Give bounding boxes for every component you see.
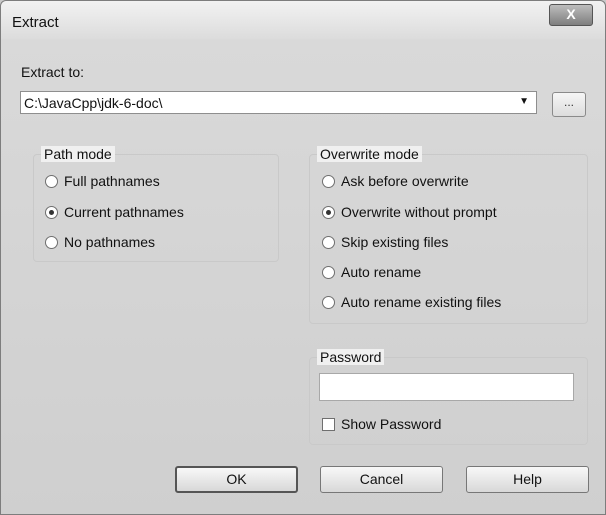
radio-button-icon	[45, 175, 58, 188]
extract-path-combobox[interactable]: C:\JavaCpp\jdk-6-doc\ ▼	[20, 91, 537, 114]
radio-overwrite-without-prompt[interactable]: Overwrite without prompt	[322, 204, 497, 220]
radio-label: Overwrite without prompt	[341, 204, 497, 220]
radio-button-icon	[322, 296, 335, 309]
cancel-button[interactable]: Cancel	[320, 466, 443, 493]
chevron-down-icon[interactable]: ▼	[519, 96, 529, 107]
radio-label: No pathnames	[64, 234, 156, 250]
radio-no-pathnames[interactable]: No pathnames	[45, 234, 155, 250]
radio-label: Full pathnames	[64, 173, 160, 189]
title-bar[interactable]: Extract X	[1, 1, 605, 39]
help-button-label: Help	[513, 471, 542, 487]
radio-full-pathnames[interactable]: Full pathnames	[45, 173, 160, 189]
radio-button-icon	[322, 266, 335, 279]
close-icon: X	[566, 6, 576, 22]
radio-auto-rename[interactable]: Auto rename	[322, 264, 421, 280]
password-title: Password	[317, 349, 385, 365]
password-input[interactable]	[319, 373, 574, 401]
cancel-button-label: Cancel	[359, 471, 404, 487]
radio-label: Auto rename existing files	[341, 294, 502, 310]
window-title: Extract	[12, 14, 59, 31]
radio-button-selected-icon	[322, 206, 335, 219]
radio-button-icon	[322, 236, 335, 249]
radio-auto-rename-existing-files[interactable]: Auto rename existing files	[322, 294, 501, 310]
ok-button[interactable]: OK	[175, 466, 298, 493]
path-mode-title: Path mode	[41, 146, 115, 162]
radio-label: Ask before overwrite	[341, 173, 469, 189]
extract-path-value: C:\JavaCpp\jdk-6-doc\	[24, 95, 163, 111]
browse-button[interactable]: ...	[552, 92, 586, 117]
overwrite-mode-title: Overwrite mode	[317, 146, 422, 162]
show-password-label: Show Password	[341, 416, 442, 432]
show-password-checkbox[interactable]: Show Password	[322, 416, 441, 432]
radio-button-icon	[322, 175, 335, 188]
extract-to-label: Extract to:	[21, 64, 85, 80]
radio-current-pathnames[interactable]: Current pathnames	[45, 204, 184, 220]
checkbox-icon	[322, 418, 335, 431]
radio-label: Skip existing files	[341, 234, 449, 250]
help-button[interactable]: Help	[466, 466, 589, 493]
radio-button-selected-icon	[45, 206, 58, 219]
radio-label: Current pathnames	[64, 204, 184, 220]
close-button[interactable]: X	[549, 4, 593, 26]
radio-skip-existing-files[interactable]: Skip existing files	[322, 234, 448, 250]
radio-label: Auto rename	[341, 264, 422, 280]
radio-ask-before-overwrite[interactable]: Ask before overwrite	[322, 173, 469, 189]
ok-button-label: OK	[226, 471, 247, 487]
browse-button-label: ...	[563, 95, 574, 109]
radio-button-icon	[45, 236, 58, 249]
